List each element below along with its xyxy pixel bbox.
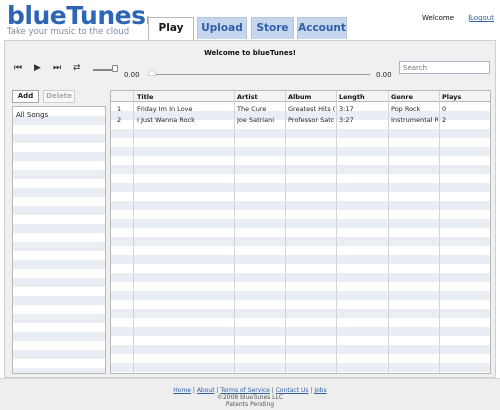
- column-header-length[interactable]: Length: [339, 93, 387, 101]
- column-header-album[interactable]: Album: [288, 93, 336, 101]
- column-header-title[interactable]: Title: [137, 93, 231, 101]
- player-panel: Welcome to blueTunes! ⏮ ▶ ⏭ ⇄ 0.00 0.00 …: [4, 40, 496, 378]
- logout-link[interactable]: Logout: [470, 14, 494, 22]
- track-title: I Just Wanna Rock: [137, 116, 195, 124]
- column-header-artist[interactable]: Artist: [237, 93, 283, 101]
- tagline: Take your music to the cloud: [7, 27, 130, 37]
- tab-upload[interactable]: Upload: [197, 17, 247, 39]
- track-length: 3:17: [339, 105, 354, 113]
- track-plays: 0: [442, 105, 447, 113]
- welcome-text: Welcome: [422, 14, 455, 22]
- shuffle-icon[interactable]: ⇄: [73, 63, 81, 73]
- patent-text: Patents Pending: [225, 401, 275, 408]
- column-divider: [285, 91, 286, 373]
- tab-account[interactable]: Account: [297, 17, 347, 39]
- footer: Home | About | Terms of Service | Contac…: [0, 378, 500, 410]
- copyright-text: ©2008 blueTunes LLC: [216, 394, 284, 401]
- track-genre: Pop Rock: [391, 105, 421, 113]
- tab-store[interactable]: Store: [251, 17, 294, 39]
- track-genre: Instrumental R: [391, 116, 438, 124]
- delete-playlist-button[interactable]: Delete: [43, 90, 75, 103]
- column-divider: [388, 91, 389, 373]
- track-plays: 2: [442, 116, 447, 124]
- track-artist: Joe Satriani: [237, 116, 275, 124]
- table-row[interactable]: 1 Friday Im In Love The Cure Greatest Hi…: [111, 103, 490, 114]
- column-header-plays[interactable]: Plays: [442, 93, 482, 101]
- forward-icon[interactable]: ⏭: [53, 63, 61, 73]
- track-artist: The Cure: [237, 105, 267, 113]
- playlist-item-all-songs[interactable]: All Songs: [16, 111, 48, 119]
- song-table: Title Artist Album Length Genre Plays 1 …: [110, 90, 491, 374]
- track-number: 1: [117, 105, 122, 113]
- column-divider: [133, 91, 134, 373]
- footer-link-jobs[interactable]: Jobs: [314, 387, 326, 394]
- track-number: 2: [117, 116, 122, 124]
- column-divider: [234, 91, 235, 373]
- volume-handle[interactable]: [112, 65, 118, 72]
- track-title: Friday Im In Love: [137, 105, 193, 113]
- search-input[interactable]: [399, 61, 490, 74]
- rewind-icon[interactable]: ⏮: [14, 63, 22, 73]
- footer-link-terms[interactable]: Terms of Service: [220, 387, 269, 394]
- column-divider: [439, 91, 440, 373]
- column-header-genre[interactable]: Genre: [391, 93, 425, 101]
- playlist-list: All Songs: [12, 106, 106, 374]
- footer-links: Home | About | Terms of Service | Contac…: [0, 387, 500, 394]
- play-icon[interactable]: ▶: [34, 63, 41, 73]
- table-header: Title Artist Album Length Genre Plays: [111, 91, 490, 102]
- track-length: 3:27: [339, 116, 354, 124]
- footer-link-contact[interactable]: Contact Us: [276, 387, 309, 394]
- logo-wordmark: blueTunes: [7, 1, 146, 30]
- footer-link-about[interactable]: About: [197, 387, 215, 394]
- footer-link-home[interactable]: Home: [173, 387, 191, 394]
- tab-play[interactable]: Play: [148, 17, 194, 41]
- seek-handle[interactable]: [148, 69, 156, 75]
- seek-track[interactable]: [148, 74, 370, 75]
- track-album: Greatest Hits (: [288, 105, 335, 113]
- player-title: Welcome to blueTunes!: [204, 49, 296, 57]
- table-row[interactable]: 2 I Just Wanna Rock Joe Satriani Profess…: [111, 114, 490, 125]
- add-playlist-button[interactable]: Add: [12, 90, 39, 103]
- time-total: 0.00: [376, 71, 392, 79]
- track-album: Professor Satcl: [288, 116, 335, 124]
- time-elapsed: 0.00: [124, 71, 140, 79]
- column-divider: [336, 91, 337, 373]
